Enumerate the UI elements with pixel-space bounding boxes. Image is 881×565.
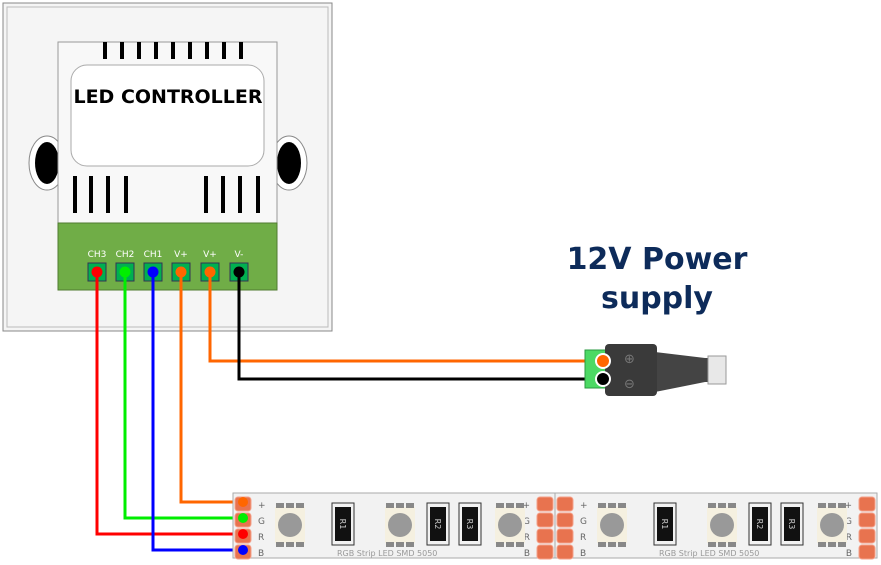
solder-pad bbox=[536, 544, 554, 560]
vent-slot bbox=[124, 176, 128, 213]
pad-label: + bbox=[580, 501, 588, 511]
controller-title: LED CONTROLLER bbox=[73, 86, 262, 108]
vent-slot bbox=[106, 176, 110, 213]
wire-end bbox=[238, 529, 248, 539]
solder-pad bbox=[858, 544, 876, 560]
strip-label: RGB Strip LED SMD 5050 bbox=[659, 549, 759, 558]
wire-end bbox=[238, 513, 248, 523]
led-chip bbox=[495, 503, 525, 547]
vent-slot bbox=[222, 42, 226, 59]
vent-slot bbox=[103, 42, 107, 59]
solder-pad bbox=[556, 544, 574, 560]
vent-slot bbox=[239, 42, 243, 59]
solder-pad bbox=[556, 528, 574, 544]
resistor-label: R2 bbox=[433, 519, 442, 530]
label-panel bbox=[70, 64, 265, 167]
resistor-label: R1 bbox=[338, 519, 347, 530]
wiring-diagram: LED CONTROLLER CH3 CH2 CH1 V+ V+ V- 12V Power… bbox=[2, 2, 878, 560]
solder-pad bbox=[536, 528, 554, 544]
solder-pad bbox=[536, 512, 554, 528]
power-supply-title-line1: 12V Power bbox=[567, 242, 748, 277]
led-chip bbox=[707, 503, 737, 547]
wire-end bbox=[204, 266, 216, 278]
solder-pad bbox=[858, 528, 876, 544]
solder-pad bbox=[858, 512, 876, 528]
vent-slot bbox=[205, 42, 209, 59]
vent-slot bbox=[171, 42, 175, 59]
wire-end bbox=[238, 497, 248, 507]
pad-label: B bbox=[524, 549, 530, 559]
resistor-label: R1 bbox=[660, 519, 669, 530]
vent-slot bbox=[221, 176, 225, 213]
vent-slot bbox=[73, 176, 77, 213]
led-strip: + +G GR RB BR1 R2 R3RGB Strip LED SMD 5050+ +G G… bbox=[232, 492, 878, 560]
pad-label: B bbox=[580, 549, 586, 559]
resistor-label: R3 bbox=[465, 519, 474, 530]
led-chip bbox=[385, 503, 415, 547]
led-controller: LED CONTROLLER CH3 CH2 CH1 V+ V+ V- bbox=[2, 2, 333, 332]
resistor: R3 bbox=[458, 502, 482, 546]
plus-symbol: ⊕ bbox=[624, 352, 635, 367]
pad-label: R bbox=[580, 533, 586, 543]
vent-slot bbox=[137, 42, 141, 59]
terminal-label: V- bbox=[235, 250, 244, 260]
solder-pad bbox=[556, 496, 574, 512]
resistor: R1 bbox=[653, 502, 677, 546]
vent-slot bbox=[204, 176, 208, 213]
terminal-label: V+ bbox=[174, 250, 188, 260]
wire-end bbox=[119, 266, 131, 278]
wire-end bbox=[233, 266, 245, 278]
wire-end bbox=[175, 266, 187, 278]
pad-label: B bbox=[846, 549, 852, 559]
led-chip bbox=[597, 503, 627, 547]
solder-pad bbox=[858, 496, 876, 512]
terminal-label: CH2 bbox=[116, 250, 135, 260]
solder-pad bbox=[556, 512, 574, 528]
resistor-label: R2 bbox=[755, 519, 764, 530]
minus-symbol: ⊖ bbox=[624, 377, 635, 392]
wire-end bbox=[91, 266, 103, 278]
wire-end bbox=[238, 545, 248, 555]
terminal-label: CH1 bbox=[144, 250, 163, 260]
resistor-label: R3 bbox=[787, 519, 796, 530]
terminal-label: V+ bbox=[203, 250, 217, 260]
resistor: R2 bbox=[426, 502, 450, 546]
resistor: R2 bbox=[748, 502, 772, 546]
dc-jack-connector: ⊕ ⊖ bbox=[584, 344, 727, 396]
strip-label: RGB Strip LED SMD 5050 bbox=[337, 549, 437, 558]
vent-slot bbox=[256, 176, 260, 213]
led-chip bbox=[275, 503, 305, 547]
vent-slot bbox=[89, 176, 93, 213]
vent-slot bbox=[188, 42, 192, 59]
power-supply-title-line2: supply bbox=[601, 281, 713, 316]
pad-label: + bbox=[258, 501, 266, 511]
vent-slot bbox=[120, 42, 124, 59]
vent-slot bbox=[154, 42, 158, 59]
wire-end bbox=[147, 266, 159, 278]
led-chip bbox=[817, 503, 847, 547]
terminal-label: CH3 bbox=[88, 250, 107, 260]
resistor: R1 bbox=[331, 502, 355, 546]
solder-pad bbox=[536, 496, 554, 512]
pad-label: G bbox=[258, 517, 265, 527]
pad-label: G bbox=[580, 517, 587, 527]
pad-label: R bbox=[258, 533, 264, 543]
vent-slot bbox=[238, 176, 242, 213]
resistor: R3 bbox=[780, 502, 804, 546]
pad-label: B bbox=[258, 549, 264, 559]
